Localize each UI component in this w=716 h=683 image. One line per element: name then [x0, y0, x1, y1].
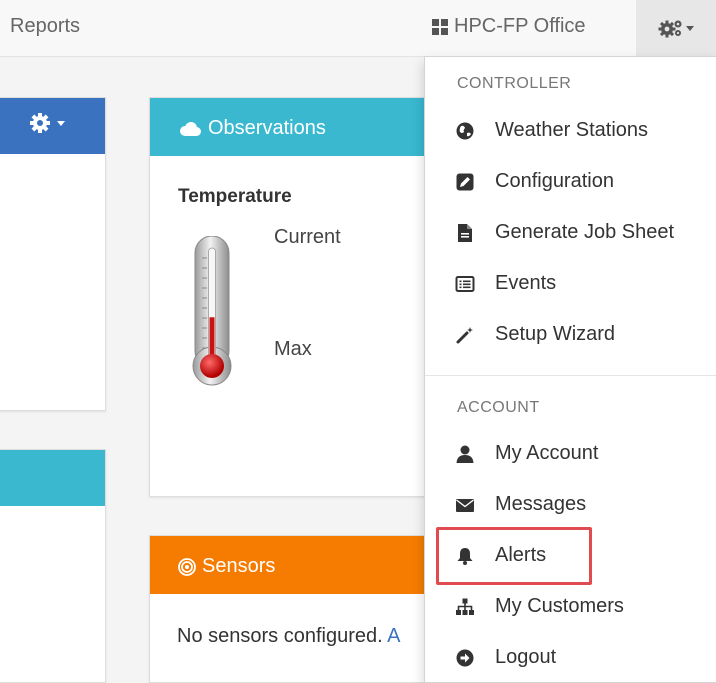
menu-item-logout[interactable]: Logout [425, 637, 716, 679]
nav-office-link[interactable]: HPC-FP Office [432, 15, 586, 38]
grid-icon [432, 18, 448, 35]
caret-down-icon [686, 25, 694, 31]
left-panel-2 [0, 449, 106, 683]
generate-job-sheet-label: Generate Job Sheet [495, 221, 675, 243]
my-account-label: My Account [495, 442, 599, 464]
user-icon [456, 445, 474, 463]
menu-item-generate-job-sheet[interactable]: Generate Job Sheet [425, 212, 716, 254]
envelope-icon [456, 499, 474, 512]
settings-dropdown-toggle[interactable] [636, 0, 716, 56]
left-panel-header [0, 98, 105, 154]
globe-icon [456, 122, 474, 140]
sensors-title: Sensors [202, 555, 276, 577]
sensors-header: Sensors [150, 536, 450, 594]
office-label: HPC-FP Office [454, 15, 586, 37]
file-icon [458, 224, 472, 242]
left-panel-2-header [0, 450, 105, 506]
edit-icon [456, 173, 474, 191]
circle-arrow-right-icon [456, 649, 474, 667]
temperature-heading: Temperature [178, 186, 292, 207]
cloud-icon [180, 121, 201, 136]
settings-dropdown-menu: CONTROLLER Weather Stations Configuratio… [424, 56, 716, 683]
menu-item-configuration[interactable]: Configuration [425, 161, 716, 203]
my-customers-label: My Customers [495, 595, 624, 617]
no-sensors-text: No sensors configured. [177, 625, 388, 647]
menu-item-weather-stations[interactable]: Weather Stations [425, 110, 716, 152]
alerts-highlight-box [436, 527, 592, 585]
configuration-label: Configuration [495, 170, 614, 192]
observations-panel: Observations Temperature Current Max [149, 97, 451, 497]
cogs-icon [658, 20, 682, 38]
menu-item-my-customers[interactable]: My Customers [425, 586, 716, 628]
nav-reports-link[interactable]: Reports [10, 15, 80, 38]
controller-section-header: CONTROLLER [457, 75, 572, 92]
weather-stations-label: Weather Stations [495, 119, 649, 141]
account-section-header: ACCOUNT [457, 399, 540, 416]
menu-item-setup-wizard[interactable]: Setup Wizard [425, 314, 716, 356]
target-icon [178, 557, 196, 576]
gear-icon [30, 113, 50, 133]
menu-item-messages[interactable]: Messages [425, 484, 716, 526]
setup-wizard-label: Setup Wizard [495, 323, 616, 345]
sensors-panel: Sensors No sensors configured. A [149, 535, 451, 683]
no-sensors-message: No sensors configured. A [177, 625, 400, 648]
current-temperature-label: Current [274, 226, 341, 248]
observations-header: Observations [150, 98, 450, 156]
observations-title: Observations [208, 117, 326, 139]
magic-wand-icon [456, 327, 473, 344]
menu-divider [425, 375, 716, 376]
events-label: Events [495, 272, 557, 294]
sitemap-icon [456, 598, 474, 615]
logout-label: Logout [495, 646, 557, 668]
left-panel-settings-button[interactable] [29, 112, 65, 134]
messages-label: Messages [495, 493, 587, 515]
caret-down-icon [57, 120, 65, 126]
top-navbar: Reports HPC-FP Office [0, 0, 716, 57]
menu-item-my-account[interactable]: My Account [425, 433, 716, 475]
menu-item-events[interactable]: Events [425, 263, 716, 305]
max-temperature-label: Max [274, 338, 312, 360]
add-sensor-link[interactable]: A [387, 625, 400, 647]
thermometer-icon [192, 236, 232, 386]
left-panel [0, 97, 106, 411]
list-alt-icon [455, 276, 475, 292]
